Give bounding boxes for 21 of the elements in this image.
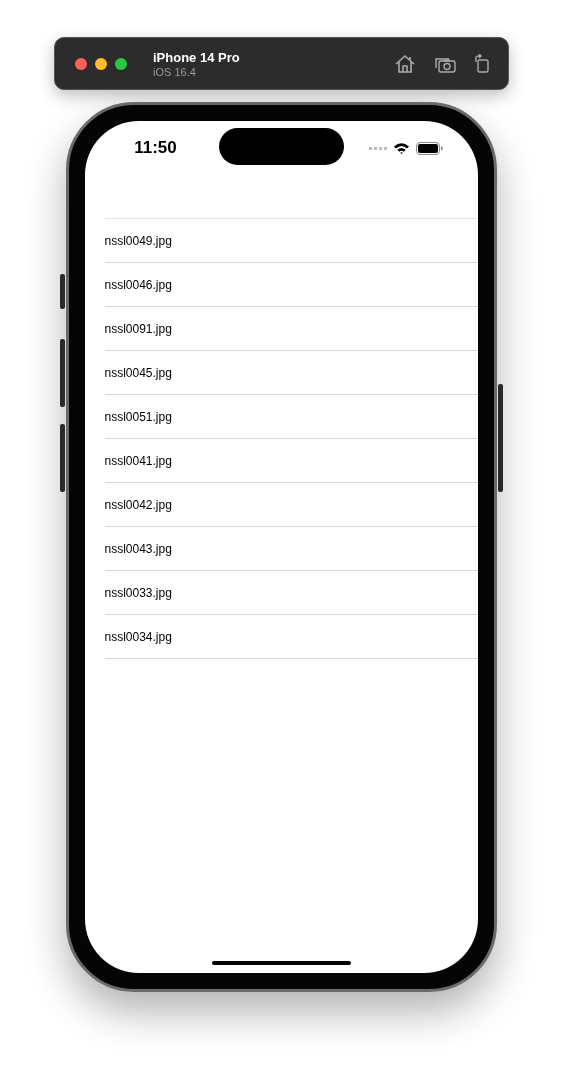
rotate-icon[interactable] bbox=[474, 53, 490, 74]
file-name[interactable]: nssl0049.jpg bbox=[104, 233, 172, 248]
device-name: iPhone 14 Pro bbox=[153, 49, 241, 65]
file-name[interactable]: nssl0043.jpg bbox=[104, 541, 172, 556]
minimize-icon[interactable] bbox=[95, 57, 107, 70]
file-name[interactable]: nssl0042.jpg bbox=[104, 497, 172, 512]
file-name[interactable]: nssl0041.jpg bbox=[104, 453, 172, 468]
signal-icon bbox=[368, 146, 387, 150]
file-name[interactable]: nssl0034.jpg bbox=[104, 629, 172, 644]
home-icon[interactable] bbox=[394, 53, 416, 74]
status-time: 11:50 bbox=[134, 138, 177, 158]
zoom-icon[interactable] bbox=[115, 57, 127, 70]
file-name[interactable]: nssl0046.jpg bbox=[104, 277, 172, 292]
file-name[interactable]: nssl0033.jpg bbox=[104, 585, 172, 600]
close-icon[interactable] bbox=[75, 57, 87, 70]
os-version: iOS 16.4 bbox=[153, 65, 197, 78]
battery-icon bbox=[415, 141, 443, 155]
wifi-icon bbox=[392, 142, 410, 154]
file-name[interactable]: nssl0051.jpg bbox=[104, 409, 172, 424]
file-name[interactable]: nssl0091.jpg bbox=[104, 321, 172, 336]
file-name[interactable]: nssl0045.jpg bbox=[104, 365, 172, 380]
